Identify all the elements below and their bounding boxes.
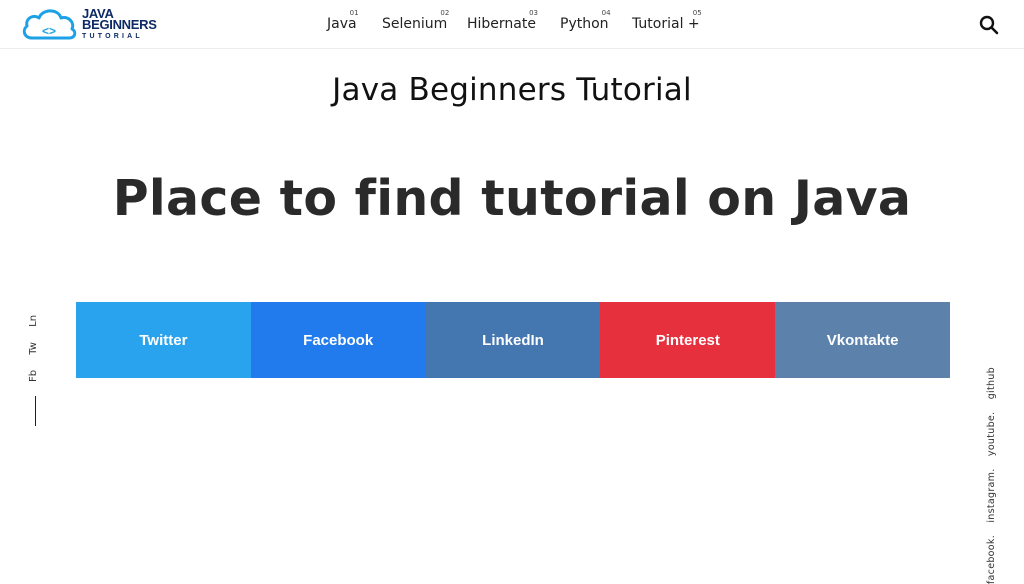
logo-line-3: TUTORIAL	[82, 33, 143, 40]
vkontakte-share-button[interactable]: Vkontakte	[775, 302, 950, 378]
search-icon[interactable]	[979, 15, 999, 35]
nav-item-selenium[interactable]: Selenium 02	[382, 9, 449, 32]
share-buttons: Twitter Facebook LinkedIn Pinterest Vkon…	[76, 302, 950, 378]
nav-item-java[interactable]: Java 01	[327, 9, 359, 32]
pinterest-share-button[interactable]: Pinterest	[600, 302, 776, 378]
nav-item-number: 02	[440, 9, 450, 17]
social-link-tw[interactable]: Tw	[28, 342, 39, 355]
nav-item-label: Python	[560, 16, 609, 32]
facebook-share-button[interactable]: Facebook	[250, 302, 426, 378]
social-link-ln[interactable]: Ln	[28, 315, 39, 327]
right-social-list: facebook. instagram. youtube. github	[986, 358, 997, 584]
logo-line-2: BEGINNERS	[82, 17, 157, 32]
social-link-fb[interactable]: Fb	[28, 370, 39, 382]
left-social-links: Fb Tw Ln	[28, 315, 44, 384]
left-social-list: Fb Tw Ln	[28, 303, 39, 382]
cloud-code-icon: <>	[22, 9, 77, 40]
nav-item-number: 04	[601, 9, 611, 17]
nav-item-number: 05	[692, 9, 702, 17]
nav-item-python[interactable]: Python 04	[560, 9, 611, 32]
site-title: Java Beginners Tutorial	[332, 72, 692, 108]
right-social-links: facebook. instagram. youtube. github	[986, 160, 1000, 584]
linkedin-share-button[interactable]: LinkedIn	[425, 302, 601, 378]
svg-text:<>: <>	[42, 24, 56, 38]
logo-text: JAVA BEGINNERS TUTORIAL	[82, 7, 157, 42]
nav-item-hibernate[interactable]: Hibernate 03	[467, 9, 538, 32]
nav-item-label: Hibernate	[467, 16, 536, 32]
site-logo[interactable]: <> JAVA BEGINNERS TUTORIAL	[20, 4, 160, 46]
left-divider-line	[35, 396, 36, 426]
nav-item-label: Java	[327, 16, 357, 32]
site-header: <> JAVA BEGINNERS TUTORIAL Java 01 Selen…	[0, 0, 1024, 49]
nav-item-label: Selenium	[382, 16, 448, 32]
nav-item-tutorial[interactable]: Tutorial + 05	[632, 9, 702, 32]
social-link-youtube[interactable]: youtube.	[986, 412, 997, 457]
hero-heading: Place to find tutorial on Java	[112, 170, 912, 227]
social-link-facebook[interactable]: facebook.	[986, 535, 997, 584]
social-link-instagram[interactable]: instagram.	[986, 468, 997, 522]
nav-item-label: Tutorial +	[632, 16, 700, 32]
nav-item-number: 01	[349, 9, 359, 17]
social-link-github[interactable]: github	[986, 367, 997, 399]
nav-item-number: 03	[529, 9, 538, 17]
twitter-share-button[interactable]: Twitter	[76, 302, 251, 378]
